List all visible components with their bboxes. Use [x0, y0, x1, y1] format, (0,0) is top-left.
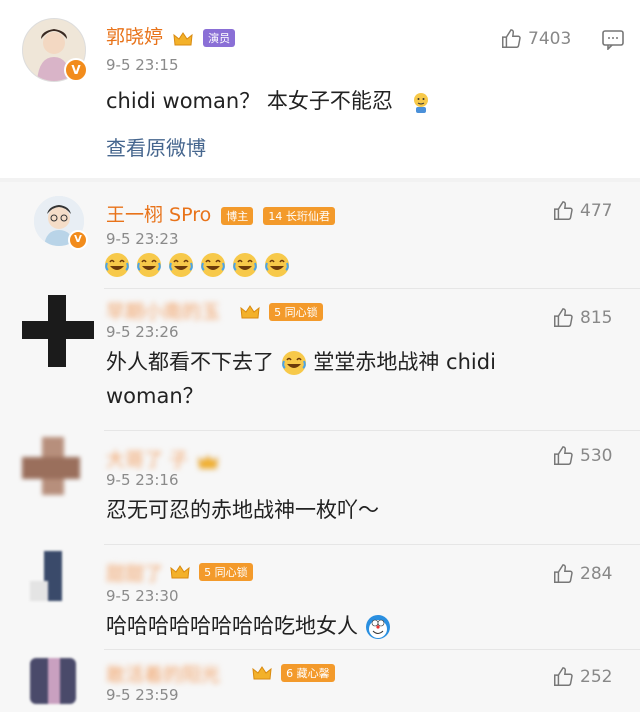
comment-text: 哈哈哈哈哈哈哈哈吃地女人 — [106, 609, 391, 643]
actor-badge: 演员 — [203, 28, 236, 47]
commenter-name[interactable]: 王一栩 SPro — [106, 204, 211, 226]
fan-badge: 14 长珩仙君 — [263, 206, 335, 225]
fan-badge-label: 同心锁 — [284, 305, 318, 319]
post-like-button[interactable]: 7403 — [500, 28, 571, 50]
thumb-up-icon — [554, 564, 573, 583]
verified-icon: V — [64, 58, 88, 82]
emoji-row — [104, 252, 290, 278]
comment-icon[interactable] — [602, 30, 624, 54]
crown-icon — [170, 564, 190, 580]
comment-like-button[interactable]: 815 — [552, 307, 612, 329]
crown-icon — [240, 304, 260, 320]
fan-badge: 5 同心锁 — [269, 302, 323, 321]
commenter-name[interactable]: 大哥了 子 — [106, 445, 218, 472]
like-count: 252 — [580, 667, 613, 687]
comment-like-button[interactable]: 252 — [552, 666, 612, 688]
comment-time: 9-5 23:30 — [106, 587, 179, 605]
fan-level: 14 — [268, 209, 283, 223]
blogger-badge: 博主 — [221, 206, 254, 225]
comment-list: V 王一栩 SPro 博主 14 长珩仙君 9-5 23:23 477 早期小南… — [0, 182, 640, 712]
crown-icon — [252, 665, 272, 681]
fan-level: 6 — [286, 666, 294, 680]
comment-text: 忍无可忍的赤地战神一枚吖～ — [106, 498, 379, 522]
comment-item: 早期小南的玉 5 同心锁 9-5 23:26 815 外人都看不下去了 堂堂赤地… — [0, 289, 640, 429]
comment-text-part: 堂堂赤地战神 chidi — [313, 350, 496, 374]
badge-row: 5 同心锁 — [166, 561, 253, 581]
verified-icon: V — [68, 230, 88, 250]
fan-badge-label: 同心锁 — [214, 565, 248, 579]
fan-badge-label: 长珩仙君 — [285, 209, 330, 223]
comment-like-button[interactable]: 477 — [552, 200, 612, 222]
comment-text-part: 哈哈哈哈哈哈哈哈吃地女人 — [106, 614, 358, 638]
fan-badge: 5 同心锁 — [199, 562, 253, 581]
laugh-cry-emoji — [168, 252, 194, 278]
comment-like-button[interactable]: 530 — [552, 445, 612, 467]
crown-icon — [173, 30, 193, 46]
like-count: 477 — [580, 201, 613, 221]
comment-item: 敢活着的阳光 6 藏心馨 9-5 23:59 252 — [0, 650, 640, 712]
fan-badge: 6 藏心馨 — [281, 663, 335, 682]
commenter-name-row: 王一栩 SPro 博主 14 长珩仙君 — [106, 200, 335, 227]
crown-icon — [198, 453, 218, 469]
comment-time: 9-5 23:26 — [106, 323, 179, 341]
commenter-name-text: 大哥了 子 — [106, 449, 189, 471]
author-name[interactable]: 郭晓婷 — [106, 26, 163, 48]
laugh-cry-emoji — [200, 252, 226, 278]
post-text-row: chidi woman？ 本女子不能忍 — [106, 84, 434, 118]
thumb-up-icon — [554, 667, 573, 686]
thumb-up-icon — [554, 308, 573, 327]
post-text: chidi woman？ 本女子不能忍 — [106, 89, 393, 113]
laugh-cry-emoji — [136, 252, 162, 278]
view-original-link[interactable]: 查看原微博 — [106, 132, 206, 161]
comment-item: V 王一栩 SPro 博主 14 长珩仙君 9-5 23:23 477 — [0, 182, 640, 288]
comment-like-button[interactable]: 284 — [552, 563, 612, 585]
thumb-up-icon — [554, 201, 573, 220]
comment-text-part: 外人都看不下去了 — [106, 350, 274, 374]
doraemon-emoji — [365, 614, 391, 640]
post-like-count: 7403 — [528, 29, 572, 49]
badge-row: 5 同心锁 — [236, 301, 323, 321]
laugh-cry-emoji — [281, 350, 307, 376]
laugh-cry-emoji — [104, 252, 130, 278]
commenter-avatar[interactable] — [30, 551, 70, 601]
commenter-avatar[interactable] — [30, 658, 76, 704]
comment-time: 9-5 23:23 — [106, 230, 179, 248]
thumb-up-icon — [502, 29, 521, 48]
fan-level: 5 — [204, 565, 212, 579]
fan-badge-label: 藏心馨 — [296, 666, 330, 680]
comment-text-part: woman？ — [106, 384, 204, 408]
like-count: 815 — [580, 308, 613, 328]
post-time: 9-5 23:15 — [106, 56, 179, 74]
laugh-cry-emoji — [264, 252, 290, 278]
like-count: 530 — [580, 446, 613, 466]
shrug-emoji — [408, 89, 434, 115]
original-post: V 郭晓婷 演员 9-5 23:15 7403 chidi woman？ 本女子… — [0, 0, 640, 178]
author-name-row: 郭晓婷 演员 — [106, 22, 236, 49]
commenter-name[interactable]: 甜甜了 — [106, 559, 163, 586]
commenter-avatar[interactable] — [22, 295, 94, 367]
comment-item: 甜甜了 5 同心锁 9-5 23:30 284 哈哈哈哈哈哈哈哈吃地女人 — [0, 545, 640, 649]
comment-time: 9-5 23:16 — [106, 471, 179, 489]
like-count: 284 — [580, 564, 613, 584]
commenter-name[interactable]: 敢活着的阳光 — [106, 660, 220, 687]
commenter-name[interactable]: 早期小南的玉 — [106, 297, 220, 324]
laugh-cry-emoji — [232, 252, 258, 278]
fan-level: 5 — [274, 305, 282, 319]
comment-text: 外人都看不下去了 堂堂赤地战神 chidi woman？ — [106, 345, 526, 413]
badge-row: 6 藏心馨 — [248, 662, 335, 682]
comment-item: 大哥了 子 9-5 23:16 530 忍无可忍的赤地战神一枚吖～ — [0, 431, 640, 543]
comment-time: 9-5 23:59 — [106, 686, 179, 704]
thumb-up-icon — [554, 446, 573, 465]
commenter-avatar[interactable] — [22, 437, 80, 495]
